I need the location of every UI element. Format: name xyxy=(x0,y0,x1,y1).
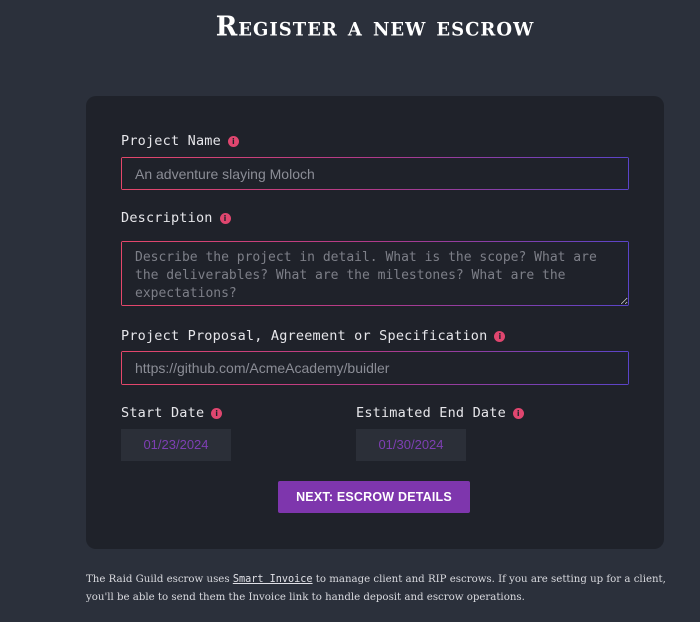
project-name-label: Project Name xyxy=(121,133,221,149)
end-date-label-row: Estimated End Date i xyxy=(356,405,524,421)
description-label-row: Description i xyxy=(121,210,231,226)
proposal-url-input[interactable] xyxy=(122,352,628,384)
description-textarea[interactable] xyxy=(122,242,628,305)
end-date-info-icon[interactable]: i xyxy=(512,407,524,419)
proposal-info-icon[interactable]: i xyxy=(494,330,506,342)
smart-invoice-link[interactable]: Smart Invoice xyxy=(233,574,313,585)
page-title: Register a new escrow xyxy=(215,11,535,43)
proposal-field-border xyxy=(121,351,629,385)
start-date-picker[interactable]: 01/23/2024 xyxy=(121,429,231,461)
start-date-label: Start Date xyxy=(121,405,205,421)
footer-note: The Raid Guild escrow uses Smart Invoice… xyxy=(86,571,686,607)
description-field-border xyxy=(121,241,629,306)
footer-text-before: The Raid Guild escrow uses xyxy=(86,574,233,585)
start-date-info-icon[interactable]: i xyxy=(211,407,223,419)
project-name-info-icon[interactable]: i xyxy=(227,135,239,147)
proposal-label: Project Proposal, Agreement or Specifica… xyxy=(121,328,488,344)
project-name-label-row: Project Name i xyxy=(121,133,239,149)
escrow-form-card: Project Name i Description i Project Pro… xyxy=(86,96,664,549)
project-name-input[interactable] xyxy=(122,158,628,189)
end-date-label: Estimated End Date xyxy=(356,405,506,421)
description-label: Description xyxy=(121,210,213,226)
start-date-label-row: Start Date i xyxy=(121,405,223,421)
proposal-label-row: Project Proposal, Agreement or Specifica… xyxy=(121,328,506,344)
project-name-field-border xyxy=(121,157,629,190)
description-info-icon[interactable]: i xyxy=(219,212,231,224)
end-date-picker[interactable]: 01/30/2024 xyxy=(356,429,466,461)
next-escrow-details-button[interactable]: NEXT: ESCROW DETAILS xyxy=(278,481,470,513)
